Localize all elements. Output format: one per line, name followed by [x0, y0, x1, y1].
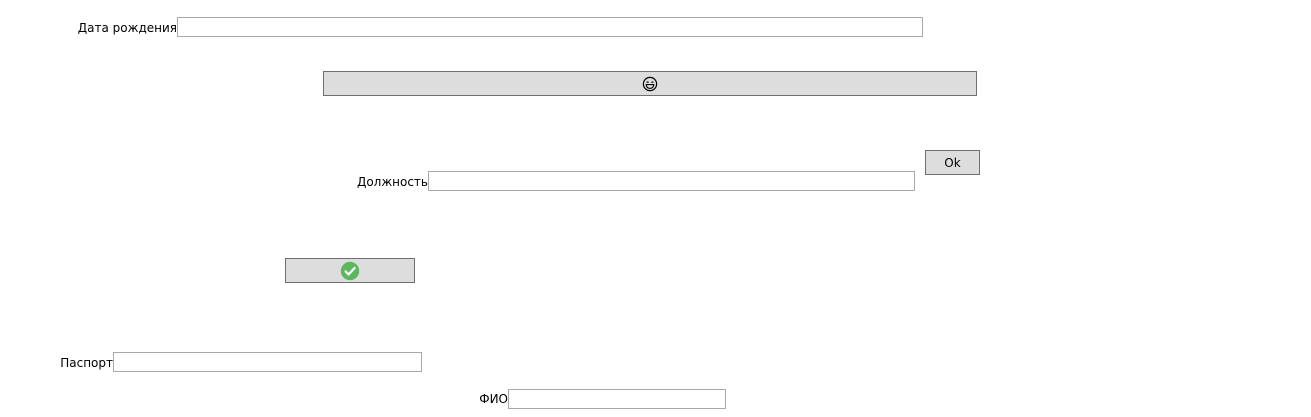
birthdate-label: Дата рождения [77, 21, 177, 35]
laughing-face-icon [642, 76, 658, 91]
fio-field[interactable] [508, 389, 726, 409]
position-field[interactable] [428, 171, 915, 191]
birthdate-field[interactable] [177, 17, 923, 37]
passport-field[interactable] [113, 352, 422, 372]
green-check-icon [340, 261, 360, 280]
confirm-check-button[interactable] [285, 258, 415, 283]
ok-button[interactable]: Ok [925, 150, 980, 175]
fio-label: ФИО [479, 392, 508, 406]
emoji-button[interactable] [323, 71, 977, 96]
position-label: Должность [356, 175, 428, 189]
passport-label: Паспорт [60, 356, 113, 370]
